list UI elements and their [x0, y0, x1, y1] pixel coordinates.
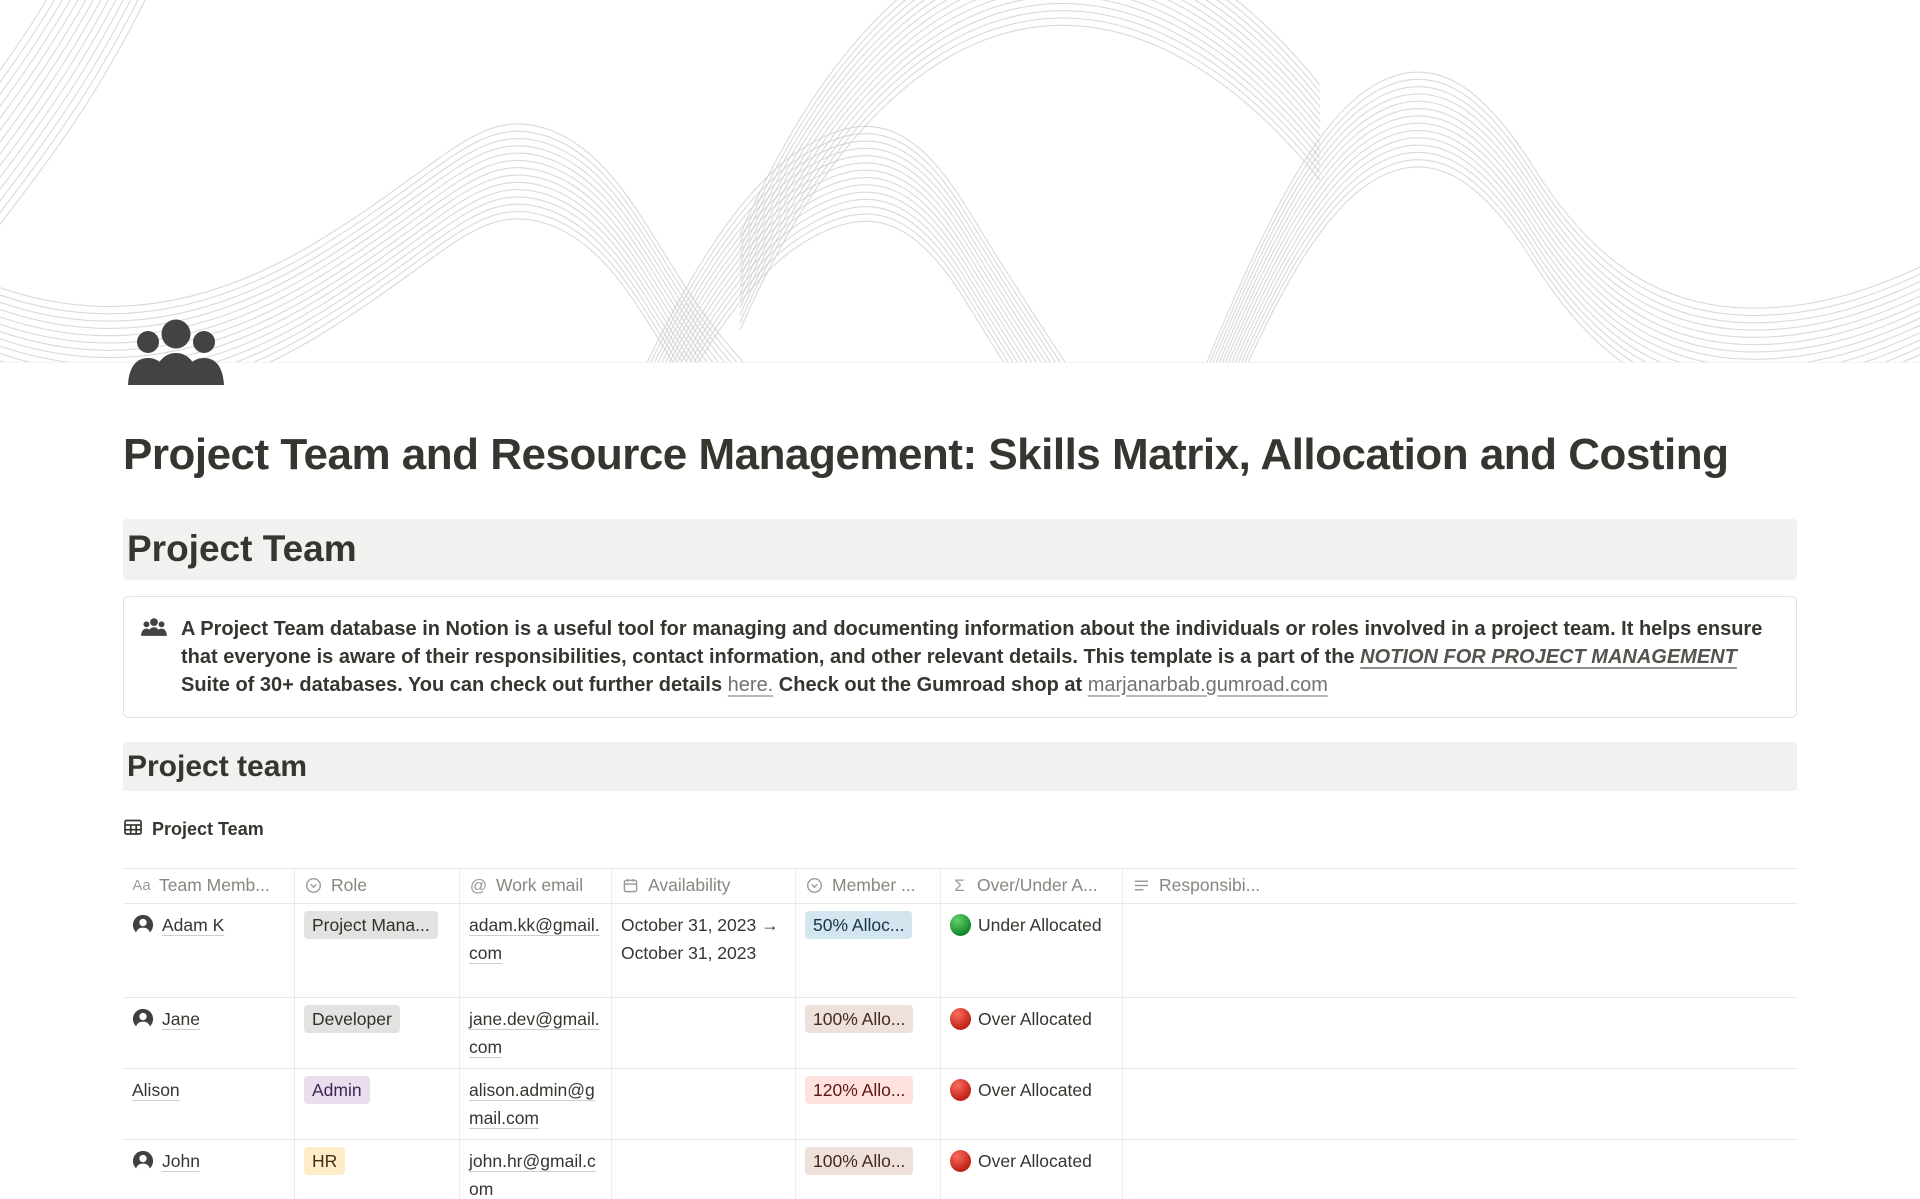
callout-link[interactable]: here.	[728, 674, 774, 696]
member-name[interactable]: Jane	[162, 1005, 200, 1033]
cell-availability[interactable]	[612, 1069, 796, 1139]
column-header[interactable]: Role	[295, 869, 460, 903]
allocation-status-label: Over Allocated	[978, 1076, 1092, 1104]
cell-team-member[interactable]: John	[123, 1140, 295, 1199]
table-row[interactable]: Adam K Project Mana... adam.kk@gmail.com Oc…	[123, 904, 1798, 998]
page-cover	[0, 0, 1920, 363]
column-header-label: Work email	[496, 875, 583, 896]
cell-role[interactable]: Admin	[295, 1069, 460, 1139]
cell-work-email[interactable]: alison.admin@gmail.com	[460, 1069, 612, 1139]
member-name[interactable]: Alison	[132, 1076, 180, 1104]
table-row[interactable]: John HR john.hr@gmail.com 100% Allo... Over …	[123, 1140, 1798, 1199]
cell-role[interactable]: HR	[295, 1140, 460, 1199]
cell-availability[interactable]	[612, 998, 796, 1068]
column-header-label: Over/Under A...	[977, 875, 1098, 896]
column-header[interactable]: AaTeam Memb...	[123, 869, 295, 903]
cell-work-email[interactable]: john.hr@gmail.com	[460, 1140, 612, 1199]
database-table: AaTeam Memb... Role @Work email Availabilit…	[123, 868, 1798, 1199]
section-heading-project-team: Project Team	[123, 519, 1797, 579]
callout-text-segment: Suite of 30+ databases. You can check ou…	[181, 674, 728, 696]
cell-availability[interactable]	[612, 1140, 796, 1199]
work-email-link[interactable]: jane.dev@gmail.com	[469, 1009, 600, 1057]
column-header[interactable]: Availability	[612, 869, 796, 903]
column-header-label: Role	[331, 875, 367, 896]
cell-member-allocation[interactable]: 120% Allo...	[796, 1069, 941, 1139]
callout: A Project Team database in Notion is a u…	[123, 596, 1797, 718]
cell-member-allocation[interactable]: 100% Allo...	[796, 998, 941, 1068]
database-title[interactable]: Project Team	[152, 819, 264, 840]
notion-suite-link[interactable]: NOTION FOR PROJECT MANAGEMENT	[1360, 646, 1737, 668]
green-circle-icon	[950, 914, 971, 936]
callout-text: A Project Team database in Notion is a u…	[181, 615, 1776, 699]
tag-yellow[interactable]: HR	[304, 1147, 345, 1175]
column-header[interactable]: Responsibi...	[1123, 869, 1798, 903]
tag-gray[interactable]: Project Mana...	[304, 911, 438, 939]
column-header[interactable]: @Work email	[460, 869, 612, 903]
tag-purple[interactable]: Admin	[304, 1076, 370, 1104]
person-icon	[132, 914, 154, 944]
page-title[interactable]: Project Team and Resource Management: Sk…	[123, 431, 1797, 479]
table-row[interactable]: Alison Admin alison.admin@gmail.com 120% Al…	[123, 1069, 1798, 1140]
people-group-icon[interactable]	[124, 319, 228, 390]
allocation-status-label: Over Allocated	[978, 1005, 1092, 1033]
cell-responsibilities[interactable]	[1123, 998, 1798, 1068]
column-header-label: Availability	[648, 875, 730, 896]
cell-work-email[interactable]: jane.dev@gmail.com	[460, 998, 612, 1068]
notion-page: Project Team and Resource Management: Sk…	[0, 0, 1920, 1199]
red-circle-icon	[950, 1008, 971, 1030]
callout-link[interactable]: marjanarbab.gumroad.com	[1088, 674, 1328, 696]
column-header-label: Member ...	[832, 875, 916, 896]
cell-role[interactable]: Developer	[295, 998, 460, 1068]
cell-member-allocation[interactable]: 100% Allo...	[796, 1140, 941, 1199]
tag-brown[interactable]: 100% Allo...	[805, 1005, 913, 1033]
column-header[interactable]: Member ...	[796, 869, 941, 903]
allocation-status-label: Over Allocated	[978, 1147, 1092, 1175]
work-email-link[interactable]: alison.admin@gmail.com	[469, 1080, 595, 1128]
database-title-bar[interactable]: Project Team	[123, 817, 1797, 842]
tag-blue[interactable]: 50% Alloc...	[805, 911, 912, 939]
cell-over-under-allocation[interactable]: Over Allocated	[941, 1069, 1123, 1139]
red-circle-icon	[950, 1150, 971, 1172]
people-group-icon	[140, 618, 168, 641]
work-email-link[interactable]: john.hr@gmail.com	[469, 1151, 596, 1199]
callout-text-segment: Check out the Gumroad shop at	[773, 674, 1087, 696]
member-name[interactable]: Adam K	[162, 911, 224, 939]
cell-over-under-allocation[interactable]: Under Allocated	[941, 904, 1123, 997]
table-row[interactable]: Jane Developer jane.dev@gmail.com 100% Allo…	[123, 998, 1798, 1069]
person-icon	[132, 1008, 154, 1038]
red-circle-icon	[950, 1079, 971, 1101]
cell-availability[interactable]: October 31, 2023 → October 31, 2023	[612, 904, 796, 997]
table-icon	[123, 817, 143, 842]
tag-brown[interactable]: 100% Allo...	[805, 1147, 913, 1175]
table-body: Adam K Project Mana... adam.kk@gmail.com Oc…	[123, 904, 1798, 1199]
cell-role[interactable]: Project Mana...	[295, 904, 460, 997]
availability-dates: October 31, 2023 → October 31, 2023	[621, 915, 779, 963]
table-header-row: AaTeam Memb... Role @Work email Availabilit…	[123, 868, 1798, 904]
work-email-link[interactable]: adam.kk@gmail.com	[469, 915, 600, 963]
cell-responsibilities[interactable]	[1123, 1140, 1798, 1199]
column-header-label: Team Memb...	[159, 875, 270, 896]
cell-team-member[interactable]: Alison	[123, 1069, 295, 1139]
column-header[interactable]: ΣOver/Under A...	[941, 869, 1123, 903]
tag-red[interactable]: 120% Allo...	[805, 1076, 913, 1104]
person-icon	[132, 1150, 154, 1180]
cell-team-member[interactable]: Jane	[123, 998, 295, 1068]
tag-gray[interactable]: Developer	[304, 1005, 400, 1033]
cell-over-under-allocation[interactable]: Over Allocated	[941, 998, 1123, 1068]
member-name[interactable]: John	[162, 1147, 200, 1175]
cell-work-email[interactable]: adam.kk@gmail.com	[460, 904, 612, 997]
cell-responsibilities[interactable]	[1123, 1069, 1798, 1139]
wave-lines-pattern	[0, 0, 1920, 362]
allocation-status-label: Under Allocated	[978, 911, 1102, 939]
section-heading-project-team-2: Project team	[123, 742, 1797, 791]
cell-team-member[interactable]: Adam K	[123, 904, 295, 997]
column-header-label: Responsibi...	[1159, 875, 1260, 896]
cell-member-allocation[interactable]: 50% Alloc...	[796, 904, 941, 997]
cell-over-under-allocation[interactable]: Over Allocated	[941, 1140, 1123, 1199]
cell-responsibilities[interactable]	[1123, 904, 1798, 997]
